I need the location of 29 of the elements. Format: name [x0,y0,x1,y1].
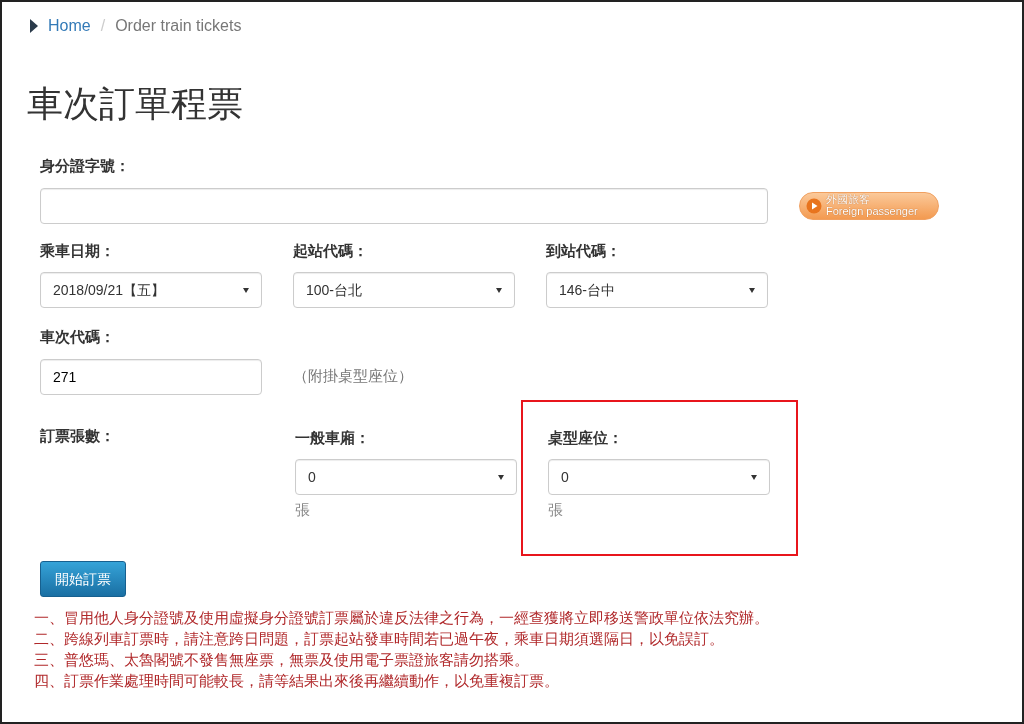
field-label: 一般車廂： [295,427,371,448]
dropdown[interactable]: 146-台中 [546,272,768,309]
dropdown[interactable]: 0 [548,459,770,496]
dropdown[interactable]: 100-台北 [293,272,515,309]
note-text: （附掛桌型座位） [293,366,413,387]
field-label: 身分證字號： [40,156,131,177]
notice-text: 三、普悠瑪、太魯閣號不發售無座票，無票及使用電子票證旅客請勿搭乘。 [34,650,530,671]
breadcrumb-link[interactable]: Home [48,14,91,38]
notice-text: 二、跨線列車訂票時，請注意跨日問題，訂票起站發車時間若已過午夜，乘車日期須選隔日，以免誤訂。 [34,629,725,650]
field-label: 起站代碼： [293,240,369,261]
play-icon [806,197,822,214]
page-title: 車次訂單程票 [27,82,244,126]
breadcrumb-separator: / [100,16,106,36]
field-label: 桌型座位： [548,427,624,448]
field-label: 訂票張數： [40,425,116,446]
unit-label: 張 [295,501,311,520]
field-label: 車次代碼： [40,327,116,348]
unit-label: 張 [548,501,564,520]
notice-text: 四、訂票作業處理時間可能較長，請等結果出來後再繼續動作，以免重複訂票。 [34,671,560,692]
start-booking-button[interactable]: 開始訂票 [40,561,126,598]
id-number-field[interactable] [40,187,768,224]
triangle-icon [30,19,38,33]
field-label: 到站代碼： [546,240,622,261]
train-number-field[interactable]: 271 [40,358,262,395]
dropdown[interactable]: 0 [295,459,517,496]
breadcrumb-current: Order train tickets [115,16,242,36]
field-label: 乘車日期： [40,240,116,261]
dropdown[interactable]: 2018/09/21【五】 [40,272,262,309]
notice-text: 一、冒用他人身分證號及使用虛擬身分證號訂票屬於違反法律之行為，一經查獲將立即移送警政單位依法究辦。 [34,608,770,629]
